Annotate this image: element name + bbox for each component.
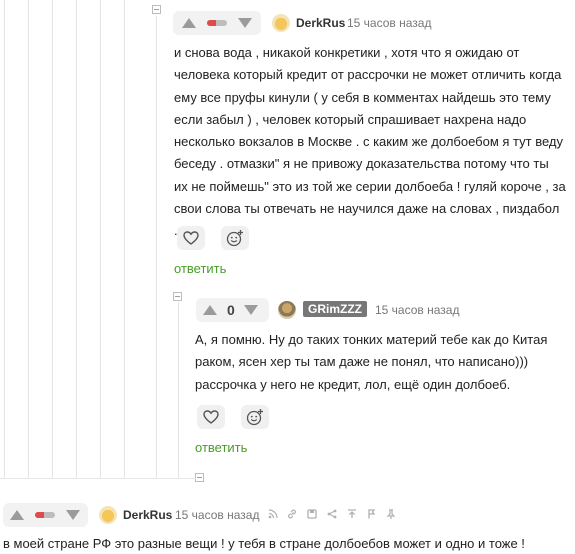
comment-time[interactable]: 15 часов назад	[347, 16, 431, 30]
author-name[interactable]: GRimZZZ	[303, 301, 367, 317]
link-icon[interactable]	[287, 509, 297, 519]
reply-link[interactable]: ответить	[174, 261, 226, 276]
collapse-icon[interactable]	[173, 292, 182, 301]
comment-time[interactable]: 15 часов назад	[375, 303, 459, 317]
author-name[interactable]: DerkRus	[123, 508, 172, 522]
arrow-up-icon[interactable]	[203, 305, 217, 315]
emoji-reaction-button[interactable]	[221, 226, 249, 250]
like-button[interactable]	[197, 405, 225, 429]
arrow-down-icon[interactable]	[238, 18, 252, 28]
thread-line	[76, 0, 77, 478]
rating-box	[3, 503, 88, 527]
thread-line	[52, 0, 53, 478]
rating-bar-negative-fill	[207, 20, 216, 26]
thread-end-line	[0, 478, 196, 479]
sun-avatar-icon[interactable]	[272, 14, 290, 32]
like-button[interactable]	[177, 226, 205, 250]
rating-box: 0	[196, 298, 269, 322]
share-icon[interactable]	[327, 509, 337, 519]
thread-line	[28, 0, 29, 478]
add-emoji-icon	[246, 409, 263, 426]
rating-bar	[35, 512, 55, 518]
rating-box	[173, 11, 261, 35]
rating-value: 0	[227, 302, 235, 318]
thread-line	[100, 0, 101, 478]
network-icon[interactable]	[268, 509, 278, 519]
emoji-reaction-button[interactable]	[241, 405, 269, 429]
comment-time[interactable]: 15 часов назад	[175, 508, 259, 522]
arrow-up-icon[interactable]	[10, 510, 24, 520]
sun-avatar-icon[interactable]	[99, 506, 117, 524]
heart-icon	[203, 410, 219, 424]
thread-line	[4, 0, 5, 478]
collapse-icon[interactable]	[152, 5, 161, 14]
portrait-avatar-icon[interactable]	[278, 301, 296, 319]
pin-icon[interactable]	[386, 509, 396, 519]
thread-line	[178, 302, 179, 478]
thread-line	[156, 16, 157, 478]
comment-text: А, я помню. Ну до таких тонких материй т…	[195, 332, 548, 392]
comment-text: и снова вода , никакой конкретики , хотя…	[174, 45, 566, 239]
heart-icon	[183, 231, 199, 245]
rating-bar-negative-fill	[35, 512, 44, 518]
save-icon[interactable]	[307, 509, 317, 519]
bookmark-flag-icon[interactable]	[366, 509, 376, 519]
arrow-up-icon[interactable]	[182, 18, 196, 28]
jump-to-top-icon[interactable]	[347, 509, 357, 519]
reply-link[interactable]: ответить	[195, 440, 247, 455]
rating-bar	[207, 20, 227, 26]
collapse-icon[interactable]	[195, 473, 204, 482]
author-name[interactable]: DerkRus	[296, 16, 345, 30]
thread-line	[124, 0, 125, 478]
add-emoji-icon	[226, 230, 243, 247]
arrow-down-icon[interactable]	[66, 510, 80, 520]
arrow-down-icon[interactable]	[243, 305, 258, 315]
comment-text: в моей стране РФ это разные вещи ! у теб…	[3, 536, 525, 551]
